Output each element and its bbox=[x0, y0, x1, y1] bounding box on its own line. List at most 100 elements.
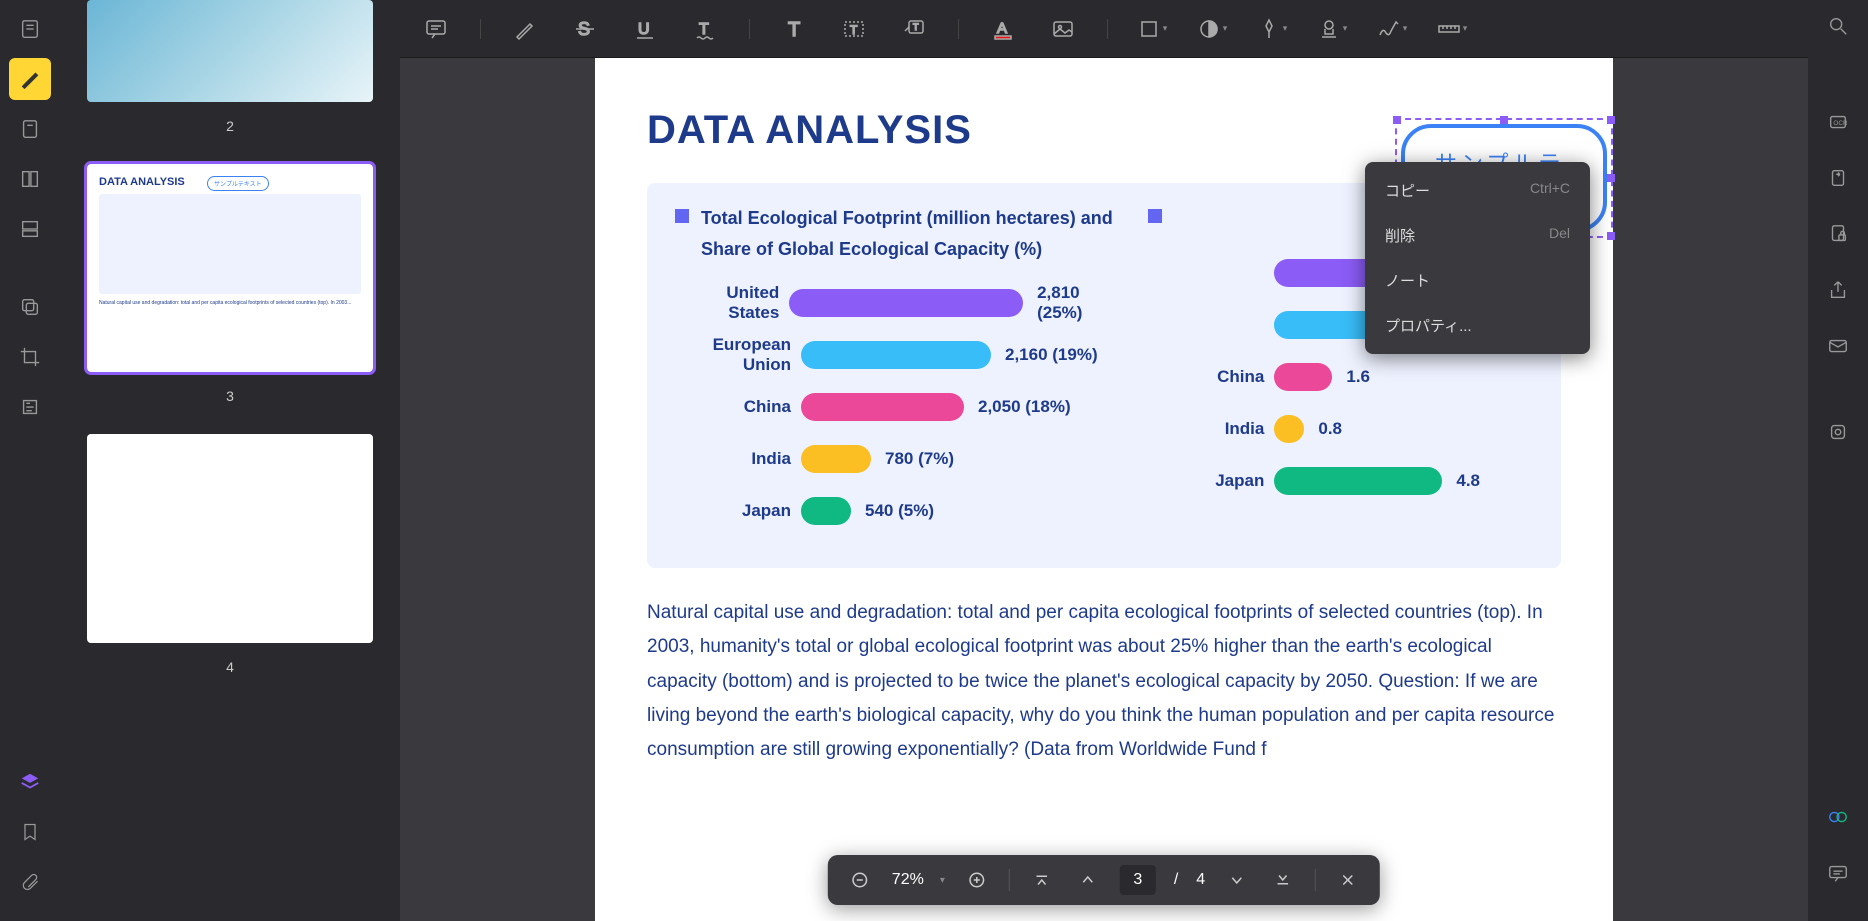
chart-bar-label: European Union bbox=[675, 335, 801, 375]
settings-icon[interactable] bbox=[1820, 414, 1856, 450]
chart-bar-label: India bbox=[675, 449, 801, 469]
signature-icon[interactable] bbox=[1376, 13, 1408, 45]
chart-bar-row: India 780 (7%) bbox=[675, 444, 1120, 474]
last-page-icon[interactable] bbox=[1269, 866, 1297, 894]
chart-bar bbox=[801, 341, 991, 369]
context-menu-item[interactable]: ノート bbox=[1365, 258, 1590, 303]
image-icon[interactable] bbox=[1047, 13, 1079, 45]
chart-bar-value: 4.8 bbox=[1456, 471, 1480, 491]
chart-bar-label: Japan bbox=[675, 501, 801, 521]
chart-bar bbox=[789, 289, 1023, 317]
chart-bar-label: China bbox=[675, 397, 801, 417]
zoom-level[interactable]: 72% bbox=[892, 871, 945, 889]
svg-text:U: U bbox=[638, 21, 650, 38]
chart-bar bbox=[1274, 415, 1304, 443]
highlighter-icon[interactable] bbox=[509, 13, 541, 45]
chart-bar-label: Japan bbox=[1148, 471, 1274, 491]
page-thumbnail-4[interactable] bbox=[87, 434, 373, 643]
chart-bar-row: United States 2,810 (25%) bbox=[675, 288, 1120, 318]
resize-handle[interactable] bbox=[1500, 116, 1508, 124]
tool-scan-icon[interactable] bbox=[9, 386, 51, 428]
search-icon[interactable] bbox=[1820, 8, 1856, 44]
total-pages: 4 bbox=[1196, 871, 1205, 889]
page-nav-bar: 72% / 4 bbox=[828, 855, 1380, 905]
chart-bar-value: 1.6 bbox=[1346, 367, 1370, 387]
lock-page-icon[interactable] bbox=[1820, 216, 1856, 252]
tool-crop-icon[interactable] bbox=[9, 336, 51, 378]
page-thumbnail-2[interactable] bbox=[87, 0, 373, 102]
chart-title: Total Ecological Footprint (million hect… bbox=[675, 203, 1120, 264]
chart-bar-label: United States bbox=[675, 283, 789, 323]
chart-bar bbox=[801, 393, 964, 421]
textbox-icon[interactable]: T bbox=[838, 13, 870, 45]
thumbnail-panel: 2 DATA ANALYSIS サンプルテキスト Natural capital… bbox=[60, 0, 400, 921]
chat-icon[interactable] bbox=[1820, 855, 1856, 891]
chart-bar-value: 2,160 (19%) bbox=[1005, 345, 1098, 365]
page-separator: / bbox=[1174, 871, 1178, 889]
share-icon[interactable] bbox=[1820, 272, 1856, 308]
chart-bar bbox=[801, 497, 851, 525]
layers-icon[interactable] bbox=[9, 761, 51, 803]
chart-bar-value: 780 (7%) bbox=[885, 449, 954, 469]
svg-text:OCR: OCR bbox=[1833, 120, 1848, 127]
bookmark-icon[interactable] bbox=[9, 811, 51, 853]
resize-handle[interactable] bbox=[1607, 174, 1615, 182]
chart-bar-row: European Union 2,160 (19%) bbox=[675, 340, 1120, 370]
comment-icon[interactable] bbox=[420, 13, 452, 45]
right-sidebar: OCR bbox=[1808, 0, 1868, 921]
chart-bar-value: 2,810 (25%) bbox=[1037, 283, 1120, 323]
context-menu-item[interactable]: プロパティ... bbox=[1365, 303, 1590, 348]
mail-icon[interactable] bbox=[1820, 328, 1856, 364]
thumbnail-label: 2 bbox=[226, 118, 234, 134]
text-icon[interactable]: T bbox=[778, 13, 810, 45]
zoom-in-icon[interactable] bbox=[963, 866, 991, 894]
pin-icon[interactable] bbox=[1256, 13, 1288, 45]
tool-highlight-icon[interactable] bbox=[9, 58, 51, 100]
chart-bar bbox=[1274, 467, 1442, 495]
shape-icon[interactable] bbox=[1136, 13, 1168, 45]
chart-bar-label: India bbox=[1148, 419, 1274, 439]
thumbnail-label: 3 bbox=[226, 388, 234, 404]
chart-bar-row: Japan 540 (5%) bbox=[675, 496, 1120, 526]
page-thumbnail-3[interactable]: DATA ANALYSIS サンプルテキスト Natural capital u… bbox=[87, 164, 373, 372]
chart-bar-label: China bbox=[1148, 367, 1274, 387]
next-page-icon[interactable] bbox=[1223, 866, 1251, 894]
resize-handle[interactable] bbox=[1607, 116, 1615, 124]
strikethrough-icon[interactable]: S bbox=[569, 13, 601, 45]
text-color-icon[interactable]: A bbox=[987, 13, 1019, 45]
chart-bar-value: 0.8 bbox=[1318, 419, 1342, 439]
prev-page-icon[interactable] bbox=[1074, 866, 1102, 894]
attachment-icon[interactable] bbox=[9, 861, 51, 903]
ocr-icon[interactable]: OCR bbox=[1820, 104, 1856, 140]
thumbnail-label: 4 bbox=[226, 659, 234, 675]
tool-copy-icon[interactable] bbox=[9, 286, 51, 328]
svg-text:T: T bbox=[788, 19, 800, 41]
ruler-icon[interactable] bbox=[1436, 13, 1468, 45]
tool-notes-icon[interactable] bbox=[9, 8, 51, 50]
ai-icon[interactable] bbox=[1820, 799, 1856, 835]
callout-icon[interactable]: T bbox=[898, 13, 930, 45]
rotate-icon[interactable] bbox=[1820, 160, 1856, 196]
underline-icon[interactable]: U bbox=[629, 13, 661, 45]
stamp-icon[interactable] bbox=[1316, 13, 1348, 45]
left-tool-sidebar bbox=[0, 0, 60, 921]
close-icon[interactable] bbox=[1334, 866, 1362, 894]
tool-page-icon[interactable] bbox=[9, 108, 51, 150]
tool-split-icon[interactable] bbox=[9, 158, 51, 200]
zoom-out-icon[interactable] bbox=[846, 866, 874, 894]
chart-bar-row: China 1.6 bbox=[1148, 362, 1572, 392]
annotation-toolbar: S U T T T T A bbox=[400, 0, 1808, 58]
shape-fill-icon[interactable] bbox=[1196, 13, 1228, 45]
tool-stack-icon[interactable] bbox=[9, 208, 51, 250]
current-page-input[interactable] bbox=[1120, 865, 1156, 895]
context-menu-item[interactable]: コピーCtrl+C bbox=[1365, 168, 1590, 213]
resize-handle[interactable] bbox=[1393, 116, 1401, 124]
first-page-icon[interactable] bbox=[1028, 866, 1056, 894]
squiggly-icon[interactable]: T bbox=[689, 13, 721, 45]
context-menu-item[interactable]: 削除Del bbox=[1365, 213, 1590, 258]
chart-bar bbox=[1274, 363, 1332, 391]
chart-bar-row: Japan 4.8 bbox=[1148, 466, 1572, 496]
resize-handle[interactable] bbox=[1607, 232, 1615, 240]
page-canvas[interactable]: DATA ANALYSIS サンプルテキスト Total Ecological … bbox=[400, 58, 1808, 921]
chart-bar-row: China 2,050 (18%) bbox=[675, 392, 1120, 422]
